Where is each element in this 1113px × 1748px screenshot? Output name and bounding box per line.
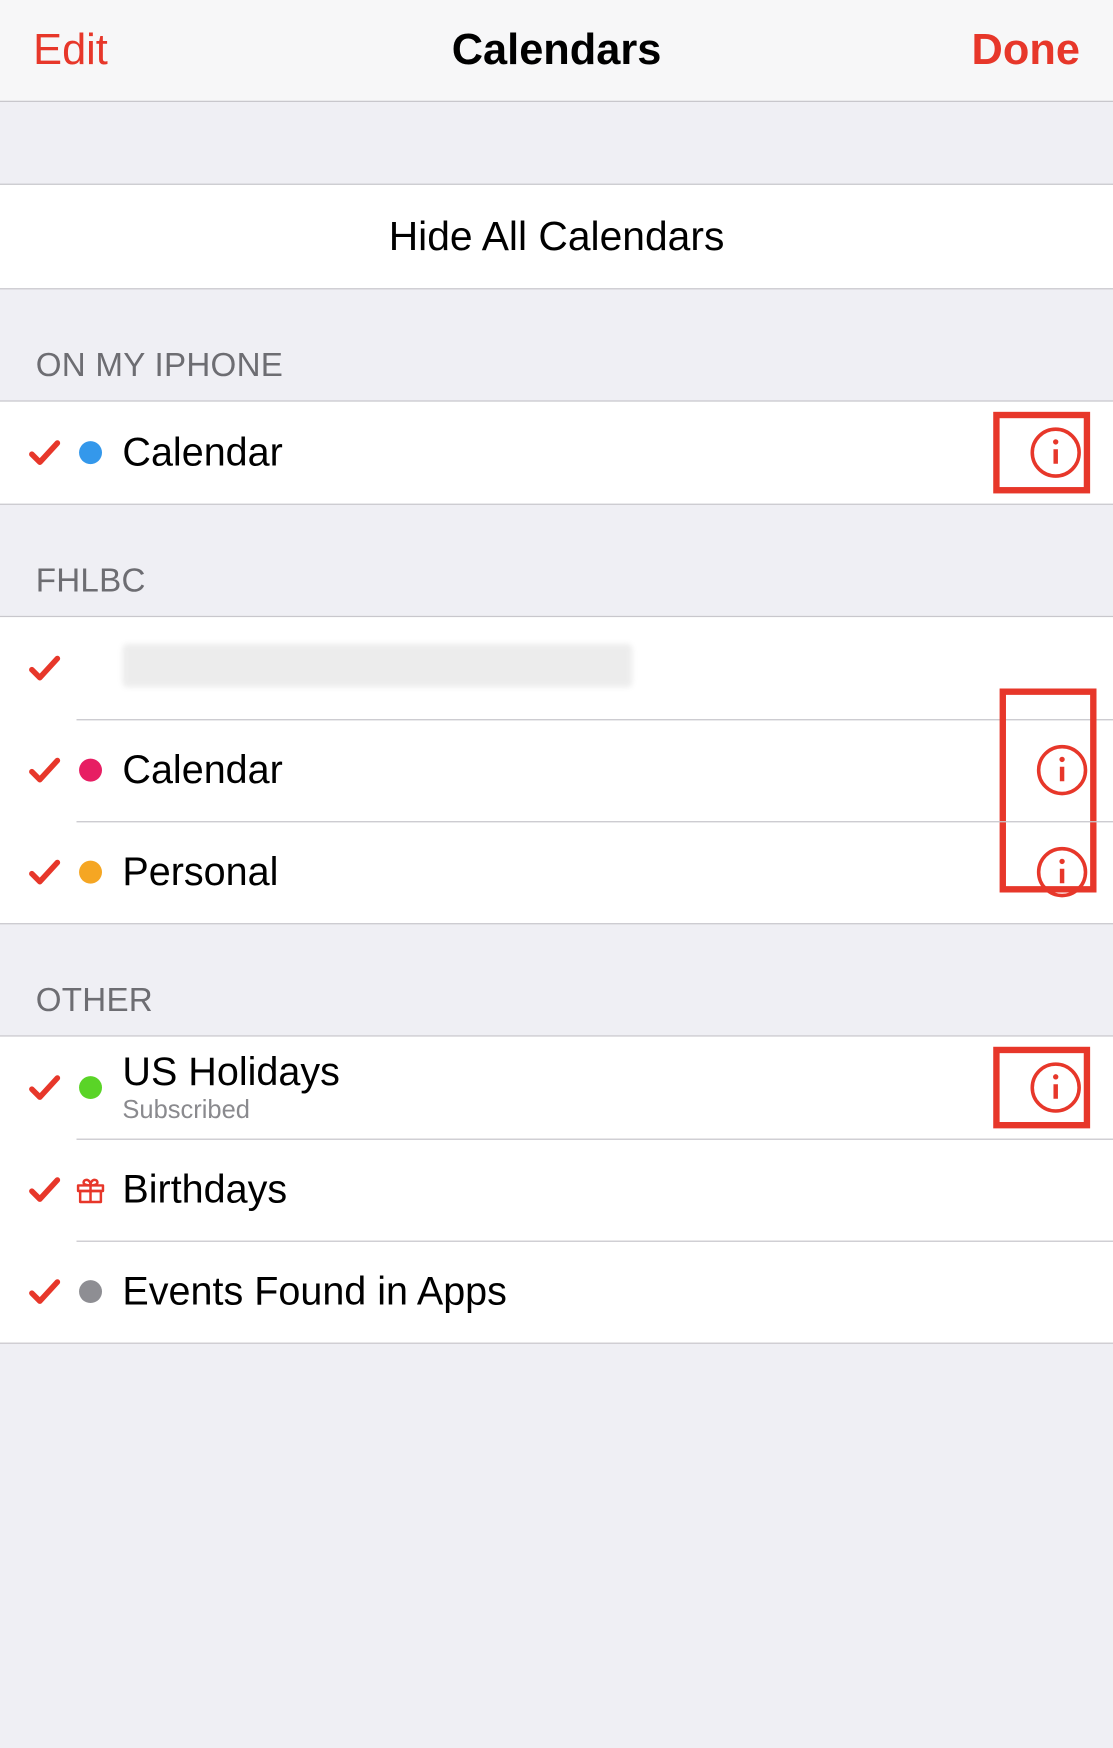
info-icon[interactable] [1028,1060,1084,1116]
calendar-name: US Holidays [122,1049,993,1094]
calendar-color-dot [69,441,112,464]
check-icon[interactable] [20,751,68,789]
section-header: FHLBC [0,505,1113,616]
calendar-row[interactable]: Calendar [0,402,1113,504]
section-group: Calendar [0,400,1113,505]
calendar-color-dot [69,1280,112,1303]
info-icon[interactable] [1034,742,1090,798]
calendar-row[interactable]: Birthdays [0,1139,1113,1241]
navbar: Edit Calendars Done [0,0,1113,102]
section-header: ON MY IPHONE [0,289,1113,400]
calendar-row[interactable]: Calendar [0,719,1113,821]
check-icon[interactable] [20,1272,68,1310]
calendar-row[interactable]: Personal [0,821,1113,923]
edit-button[interactable]: Edit [33,26,108,76]
check-icon[interactable] [20,649,68,687]
calendar-subtitle: Subscribed [122,1097,993,1126]
check-icon[interactable] [20,434,68,472]
info-cell[interactable] [1001,844,1090,900]
calendar-row[interactable]: Events Found in Apps [0,1241,1113,1343]
info-cell[interactable] [993,1047,1090,1129]
calendar-row[interactable]: US Holidays Subscribed [0,1037,1113,1139]
section-header: OTHER [0,924,1113,1035]
calendar-name: Birthdays [122,1167,1000,1212]
check-icon[interactable] [20,1068,68,1106]
info-icon[interactable] [1034,844,1090,900]
calendar-color-dot [69,759,112,782]
info-cell[interactable] [993,412,1090,494]
page-title: Calendars [452,26,662,76]
calendar-name: Calendar [122,430,993,475]
section-group: US Holidays Subscribed Birthdays Events Fou… [0,1035,1113,1344]
info-icon[interactable] [1028,425,1084,481]
calendar-color-dot [69,861,112,884]
calendar-name-obscured [122,643,632,686]
calendar-color-dot [69,1076,112,1099]
screen: Edit Calendars Done Hide All Calendars O… [0,0,1113,1548]
hide-all-button[interactable]: Hide All Calendars [0,184,1113,290]
check-icon[interactable] [20,853,68,891]
calendar-row[interactable] [0,617,1113,719]
check-icon[interactable] [20,1170,68,1208]
section-group: Calendar Personal [0,616,1113,925]
calendar-name: Events Found in Apps [122,1269,1000,1314]
info-cell[interactable] [1001,742,1090,798]
done-button[interactable]: Done [972,26,1080,76]
calendar-name: Personal [122,849,1000,894]
gift-icon [69,1173,112,1206]
calendar-name: Calendar [122,747,1000,792]
